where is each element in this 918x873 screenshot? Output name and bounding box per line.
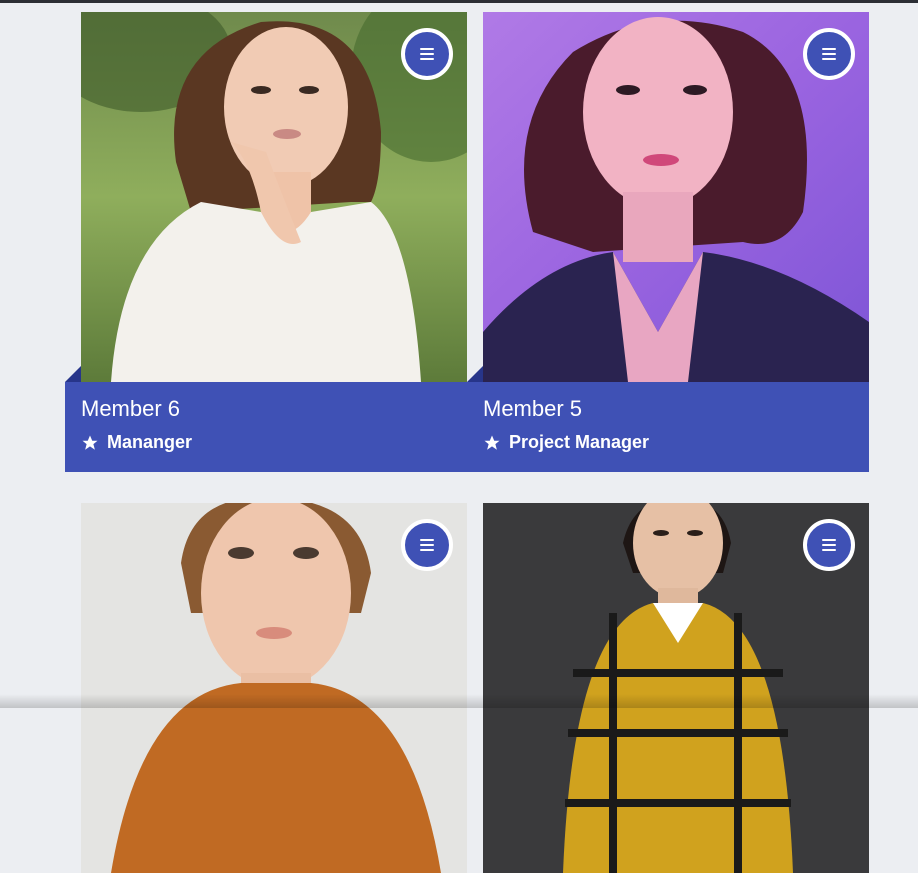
member-role: Mananger xyxy=(107,432,192,453)
menu-icon xyxy=(420,48,434,60)
member-role-row: Mananger xyxy=(81,432,451,453)
menu-button[interactable] xyxy=(803,519,855,571)
scroll-shadow xyxy=(0,694,918,708)
menu-icon xyxy=(420,539,434,551)
star-icon xyxy=(81,434,99,452)
menu-icon xyxy=(822,48,836,60)
menu-button[interactable] xyxy=(803,28,855,80)
top-border xyxy=(0,0,918,3)
member-name: Member 6 xyxy=(81,396,451,422)
menu-button[interactable] xyxy=(401,519,453,571)
ribbon-fold xyxy=(65,366,81,382)
member-info: Member 6 Mananger xyxy=(65,382,467,472)
member-info: Member 5 Project Manager xyxy=(467,382,869,472)
ribbon-fold xyxy=(467,366,483,382)
member-name: Member 5 xyxy=(483,396,853,422)
menu-icon xyxy=(822,539,836,551)
member-role: Project Manager xyxy=(509,432,649,453)
member-role-row: Project Manager xyxy=(483,432,853,453)
star-icon xyxy=(483,434,501,452)
menu-button[interactable] xyxy=(401,28,453,80)
